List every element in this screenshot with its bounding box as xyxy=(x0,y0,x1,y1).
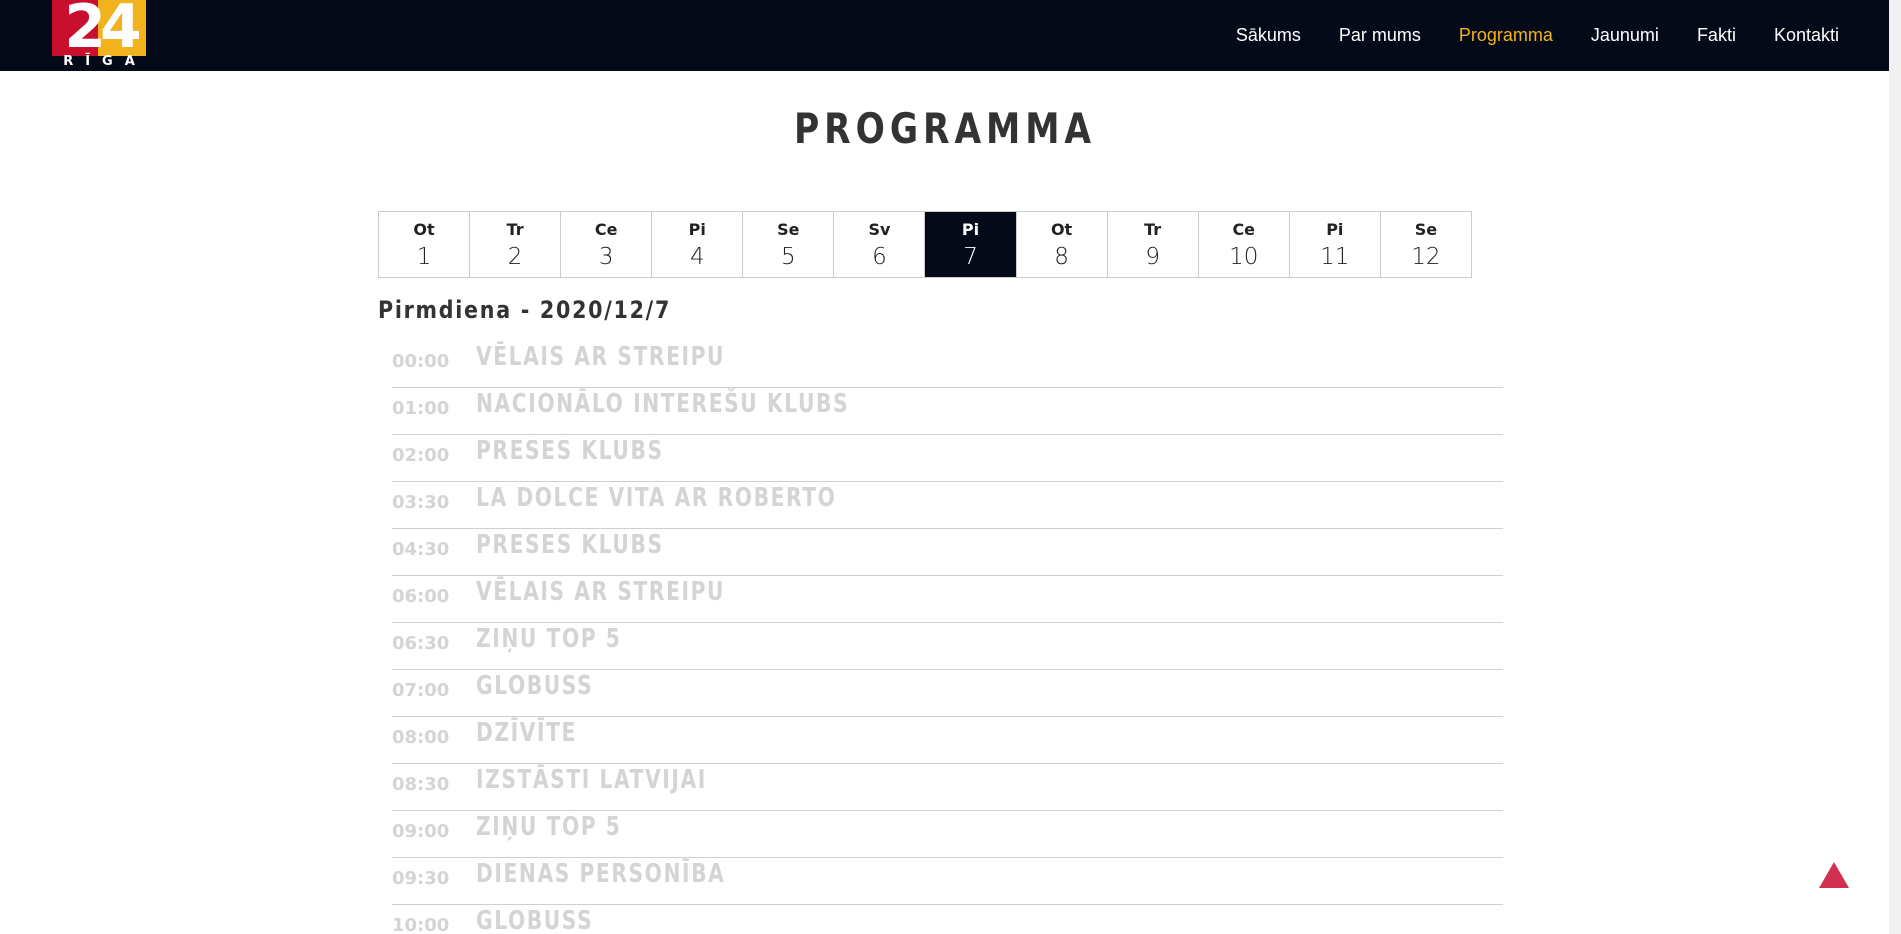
schedule-row[interactable]: 09:00 ZIŅU TOP 5 xyxy=(392,811,1503,858)
schedule-show-title: NACIONĀLO INTEREŠU KLUBS xyxy=(476,389,850,419)
schedule-time: 09:00 xyxy=(392,821,450,842)
schedule-row[interactable]: 09:30 DIENAS PERSONĪBA xyxy=(392,858,1503,905)
day-tab[interactable]: Sv 6 xyxy=(834,212,926,277)
day-number: 4 xyxy=(689,244,705,270)
day-number: 10 xyxy=(1229,244,1259,270)
schedule-time: 06:00 xyxy=(392,586,450,607)
schedule-time: 00:00 xyxy=(392,351,450,372)
schedule-show-title: VĒLAIS AR STREIPU xyxy=(476,342,726,372)
logo-city: RĪGA xyxy=(63,54,147,69)
day-number: 6 xyxy=(872,244,887,270)
day-abbr: Tr xyxy=(1144,220,1162,239)
day-tab[interactable]: Pi 11 xyxy=(1289,212,1381,277)
schedule-show-title: GLOBUSS xyxy=(476,906,594,934)
schedule-time: 08:30 xyxy=(392,774,450,795)
navbar: 24 RĪGA Sākums Par mums Programma Jaunum… xyxy=(0,0,1901,71)
day-number: 5 xyxy=(781,244,796,270)
schedule-show-title: IZSTĀSTI LATVIJAI xyxy=(476,765,707,795)
schedule-show-title: ZIŅU TOP 5 xyxy=(476,624,622,654)
nav-item-fakti[interactable]: Fakti xyxy=(1697,25,1736,46)
day-tab[interactable]: Pi 4 xyxy=(652,212,744,277)
schedule-show-title: PRESES KLUBS xyxy=(476,530,664,560)
day-number: 7 xyxy=(963,244,978,270)
schedule-time: 03:30 xyxy=(392,492,450,513)
nav-item-sakums[interactable]: Sākums xyxy=(1236,25,1301,46)
schedule-time: 09:30 xyxy=(392,868,450,889)
nav-item-programma[interactable]: Programma xyxy=(1459,25,1553,46)
schedule-list: 00:00 VĒLAIS AR STREIPU 01:00 NACIONĀLO IN… xyxy=(392,341,1503,934)
schedule-row[interactable]: 03:30 LA DOLCE VITA AR ROBERTO xyxy=(392,482,1503,529)
day-abbr: Ce xyxy=(1232,220,1256,239)
schedule-row[interactable]: 08:00 DZĪVĪTE xyxy=(392,717,1503,764)
day-tab-selected[interactable]: Pi 7 xyxy=(925,212,1017,277)
day-abbr: Ot xyxy=(413,220,435,239)
page-title: PROGRAMMA xyxy=(794,104,1096,153)
day-number: 12 xyxy=(1411,244,1441,270)
day-tab[interactable]: Ce 10 xyxy=(1198,212,1290,277)
logo-number: 24 xyxy=(64,0,142,62)
schedule-row[interactable]: 02:00 PRESES KLUBS xyxy=(392,435,1503,482)
schedule-show-title: PRESES KLUBS xyxy=(476,436,664,466)
day-number: 1 xyxy=(416,244,432,270)
schedule-time: 07:00 xyxy=(392,680,450,701)
day-tab[interactable]: Ot 1 xyxy=(379,212,471,277)
day-abbr: Pi xyxy=(688,220,706,239)
schedule-time: 10:00 xyxy=(392,915,450,934)
schedule-show-title: GLOBUSS xyxy=(476,671,594,701)
day-tab[interactable]: Tr 2 xyxy=(470,212,562,277)
nav-item-par-mums[interactable]: Par mums xyxy=(1339,25,1421,46)
schedule-show-title: ZIŅU TOP 5 xyxy=(476,812,622,842)
schedule-show-title: LA DOLCE VITA AR ROBERTO xyxy=(476,483,837,513)
schedule-row[interactable]: 10:00 GLOBUSS xyxy=(392,905,1503,934)
day-number: 2 xyxy=(507,244,523,270)
schedule-show-title: VĒLAIS AR STREIPU xyxy=(476,577,726,607)
day-tab[interactable]: Se 12 xyxy=(1380,212,1471,277)
schedule-time: 01:00 xyxy=(392,398,450,419)
schedule-time: 06:30 xyxy=(392,633,450,654)
site-logo[interactable]: 24 RĪGA xyxy=(52,0,148,71)
day-abbr: Tr xyxy=(506,220,524,239)
day-tab[interactable]: Se 5 xyxy=(743,212,835,277)
nav-item-jaunumi[interactable]: Jaunumi xyxy=(1591,25,1659,46)
day-tab[interactable]: Ot 8 xyxy=(1016,212,1108,277)
day-number: 11 xyxy=(1320,244,1350,270)
triangle-up-icon xyxy=(1819,862,1849,888)
day-selector: Ot 1 Tr 2 Ce 3 Pi 4 Se 5 Sv 6 Pi 7 Ot 8 Tr 9 Ce 10… xyxy=(378,211,1472,278)
schedule-row[interactable]: 01:00 NACIONĀLO INTEREŠU KLUBS xyxy=(392,388,1503,435)
schedule-row[interactable]: 04:30 PRESES KLUBS xyxy=(392,529,1503,576)
nav-item-kontakti[interactable]: Kontakti xyxy=(1774,25,1839,46)
schedule-row[interactable]: 07:00 GLOBUSS xyxy=(392,670,1503,717)
day-abbr: Se xyxy=(1414,220,1438,239)
day-number: 3 xyxy=(598,244,614,270)
main-menu: Sākums Par mums Programma Jaunumi Fakti … xyxy=(1198,0,1839,71)
schedule-show-title: DZĪVĪTE xyxy=(476,718,577,748)
schedule-time: 08:00 xyxy=(392,727,450,748)
schedule-row[interactable]: 06:30 ZIŅU TOP 5 xyxy=(392,623,1503,670)
day-abbr: Se xyxy=(777,220,800,239)
day-abbr: Pi xyxy=(961,220,980,239)
schedule-time: 02:00 xyxy=(392,445,450,466)
scrollbar[interactable] xyxy=(1889,0,1901,934)
day-abbr: Ot xyxy=(1050,220,1073,239)
day-abbr: Pi xyxy=(1326,220,1344,239)
day-number: 9 xyxy=(1145,244,1160,270)
schedule-row[interactable]: 00:00 VĒLAIS AR STREIPU xyxy=(392,341,1503,388)
scroll-to-top-button[interactable] xyxy=(1819,862,1849,888)
date-heading: Pirmdiena - 2020/12/7 xyxy=(378,296,672,324)
schedule-show-title: DIENAS PERSONĪBA xyxy=(476,859,726,889)
day-number: 8 xyxy=(1054,244,1069,270)
day-abbr: Sv xyxy=(868,220,891,239)
schedule-time: 04:30 xyxy=(392,539,450,560)
schedule-row[interactable]: 08:30 IZSTĀSTI LATVIJAI xyxy=(392,764,1503,811)
day-abbr: Ce xyxy=(594,220,618,239)
day-tab[interactable]: Tr 9 xyxy=(1107,212,1199,277)
day-tab[interactable]: Ce 3 xyxy=(561,212,653,277)
schedule-row[interactable]: 06:00 VĒLAIS AR STREIPU xyxy=(392,576,1503,623)
